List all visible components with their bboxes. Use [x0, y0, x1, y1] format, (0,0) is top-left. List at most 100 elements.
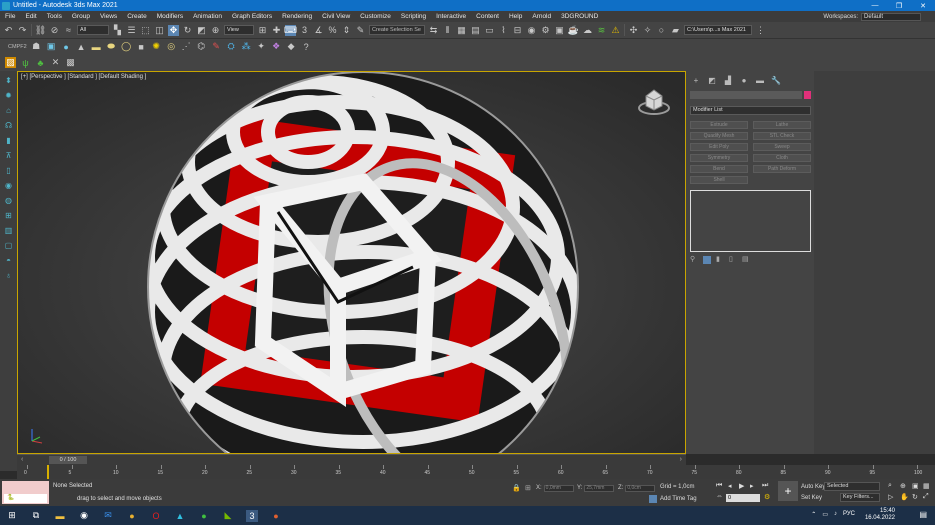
key-mode-dropdown[interactable]: Selected — [824, 482, 880, 491]
select-manipulate-icon[interactable]: ✚ — [271, 25, 282, 36]
menu-rendering[interactable]: Rendering — [277, 13, 317, 20]
previous-frame-icon[interactable]: ◂ — [728, 482, 732, 490]
chrome-icon[interactable]: ● — [126, 510, 138, 522]
volume-icon[interactable]: ♪ — [834, 511, 837, 518]
align-icon[interactable]: ⫴ — [442, 25, 453, 36]
link-icon[interactable]: ⛓ — [35, 25, 46, 36]
orbit-icon[interactable]: ↻ — [912, 493, 918, 501]
go-to-end-icon[interactable]: ⏭ — [762, 482, 768, 490]
render-production-icon[interactable]: ☕ — [568, 25, 579, 36]
menu-civil-view[interactable]: Civil View — [317, 13, 355, 20]
render-setup-icon[interactable]: ⚙ — [540, 25, 551, 36]
pin-stack-icon[interactable]: ⚲ — [690, 256, 698, 264]
menu-content[interactable]: Content — [471, 13, 504, 20]
viewport-label[interactable]: [+] [Perspective ] [Standard ] [Default … — [21, 74, 146, 80]
file-explorer-icon[interactable]: ▬ — [54, 510, 66, 522]
zoom-extents-all-icon[interactable]: ▦ — [923, 482, 930, 490]
extrude-button[interactable]: Extrude — [690, 121, 748, 129]
scatter-icon[interactable]: ❖ — [271, 41, 282, 52]
zoom-all-icon[interactable]: ⊕ — [900, 482, 906, 490]
3dsmax-icon[interactable]: 3 — [246, 509, 258, 522]
maxscript-mini-listener[interactable]: 🐍 — [4, 494, 47, 503]
spinner-snap-icon[interactable]: ⇕ — [341, 25, 352, 36]
schematic-view-icon[interactable]: ⊟ — [512, 25, 523, 36]
sweep-button[interactable]: Sweep — [753, 143, 811, 151]
layers-icon[interactable]: ≋ — [596, 25, 607, 36]
set-key-big-icon[interactable]: + — [778, 481, 798, 501]
menu-tools[interactable]: Tools — [42, 13, 67, 20]
tools-icon[interactable]: ✕ — [50, 57, 61, 68]
ribbon-grid-icon[interactable]: ⊞ — [3, 210, 14, 221]
manage-links-icon[interactable]: ✧ — [642, 25, 653, 36]
menu-scripting[interactable]: Scripting — [396, 13, 431, 20]
sphere-primitive-icon[interactable]: ● — [61, 41, 72, 52]
toggle-scene-explorer-icon[interactable]: ▦ — [456, 25, 467, 36]
add-time-tag[interactable]: Add Time Tag — [660, 496, 697, 502]
light-icon[interactable]: ✺ — [151, 41, 162, 52]
ribbon-box-icon[interactable]: ▯ — [3, 165, 14, 176]
ribbon-display-icon[interactable]: ▮ — [3, 135, 14, 146]
percent-snap-icon[interactable]: % — [327, 25, 338, 36]
box-primitive-icon[interactable]: ▣ — [46, 41, 57, 52]
spacewarp-icon[interactable]: ⋰ — [181, 41, 192, 52]
menu-file[interactable]: File — [0, 13, 20, 20]
material-editor-icon[interactable]: ◉ — [526, 25, 537, 36]
menu-help[interactable]: Help — [504, 13, 527, 20]
symmetry-button[interactable]: Symmetry — [690, 154, 748, 162]
shell-button[interactable]: Shell — [690, 176, 748, 184]
lathe-button[interactable]: Lathe — [753, 121, 811, 129]
redo-icon[interactable]: ↷ — [17, 25, 28, 36]
ribbon-light-icon[interactable]: ♁ — [3, 270, 14, 281]
shape-icon[interactable]: ✎ — [211, 41, 222, 52]
xbox-icon[interactable]: ● — [198, 510, 210, 522]
zoom-extents-icon[interactable]: ▣ — [912, 482, 919, 490]
key-mode-toggle-icon[interactable]: ⇔ — [716, 493, 723, 500]
ribbon-hierarchy-icon[interactable]: ⌂ — [3, 105, 14, 116]
menu-graph-editors[interactable]: Graph Editors — [227, 13, 277, 20]
z-field[interactable]: 0,0cm — [625, 485, 656, 492]
ribbon-motion-icon[interactable]: ☊ — [3, 120, 14, 131]
minimize-button[interactable]: — — [863, 2, 887, 9]
menu-modifiers[interactable]: Modifiers — [152, 13, 188, 20]
box-icon[interactable]: ▩ — [65, 57, 76, 68]
select-object-icon[interactable]: ▚ — [112, 25, 123, 36]
motion-tab-icon[interactable]: ● — [739, 75, 749, 85]
time-tag-icon[interactable] — [649, 495, 657, 503]
helper-icon[interactable]: ◎ — [166, 41, 177, 52]
pan-icon[interactable]: ✋ — [900, 493, 909, 501]
trackbar[interactable]: 0 5 10 15 20 25 30 35 40 45 50 55 60 65 70 75 80 85 90 95 10… — [17, 465, 935, 479]
select-scale-icon[interactable]: ◩ — [196, 25, 207, 36]
favorites-icon[interactable]: ○ — [656, 25, 667, 36]
remove-modifier-icon[interactable]: ▯ — [729, 256, 737, 264]
go-to-start-icon[interactable]: ⏮ — [716, 482, 722, 490]
rendered-frame-window-icon[interactable]: ▣ — [554, 25, 565, 36]
cone-primitive-icon[interactable]: ▲ — [76, 41, 87, 52]
auto-key-button[interactable]: Auto Key — [801, 484, 825, 490]
object-color-swatch[interactable] — [804, 91, 811, 99]
set-key-button[interactable]: Set Key — [801, 495, 822, 501]
play-icon[interactable]: ▶ — [739, 482, 744, 490]
tree-icon[interactable]: ♣ — [35, 57, 46, 68]
ribbon-frame-icon[interactable]: ▥ — [3, 225, 14, 236]
cloth-button[interactable]: Cloth — [753, 154, 811, 162]
clock[interactable]: 15:40 16.04.2022 — [865, 508, 895, 522]
time-slider-thumb[interactable]: 0 / 100 — [49, 456, 87, 464]
menu-customize[interactable]: Customize — [355, 13, 396, 20]
keyboard-shortcut-override-icon[interactable]: ⌨ — [284, 24, 297, 36]
help-icon[interactable]: ? — [301, 41, 312, 52]
toolbar-overflow-icon[interactable]: ⋮ — [755, 25, 766, 36]
pivot-center-icon[interactable]: ⊞ — [257, 25, 268, 36]
menu-edit[interactable]: Edit — [20, 13, 41, 20]
ribbon-modify-icon[interactable]: ✹ — [3, 90, 14, 101]
next-frame-icon[interactable]: › — [680, 456, 682, 463]
task-view-icon[interactable]: ⧉ — [30, 510, 42, 522]
perspective-viewport[interactable]: [+] [Perspective ] [Standard ] [Default … — [17, 71, 686, 454]
app-logo-icon[interactable]: ▨ — [5, 57, 16, 68]
viewcube-icon[interactable] — [637, 84, 671, 118]
field-of-view-icon[interactable]: ▷ — [888, 493, 893, 501]
particle-icon[interactable]: ⁂ — [241, 41, 252, 52]
selection-filter-dropdown[interactable]: All — [77, 25, 109, 35]
toggle-ribbon-icon[interactable]: ▭ — [484, 25, 495, 36]
menu-3dground[interactable]: 3DGROUND — [556, 13, 603, 20]
project-folder-dropdown[interactable]: C:\Users\p...s Max 2021 — [684, 25, 752, 35]
